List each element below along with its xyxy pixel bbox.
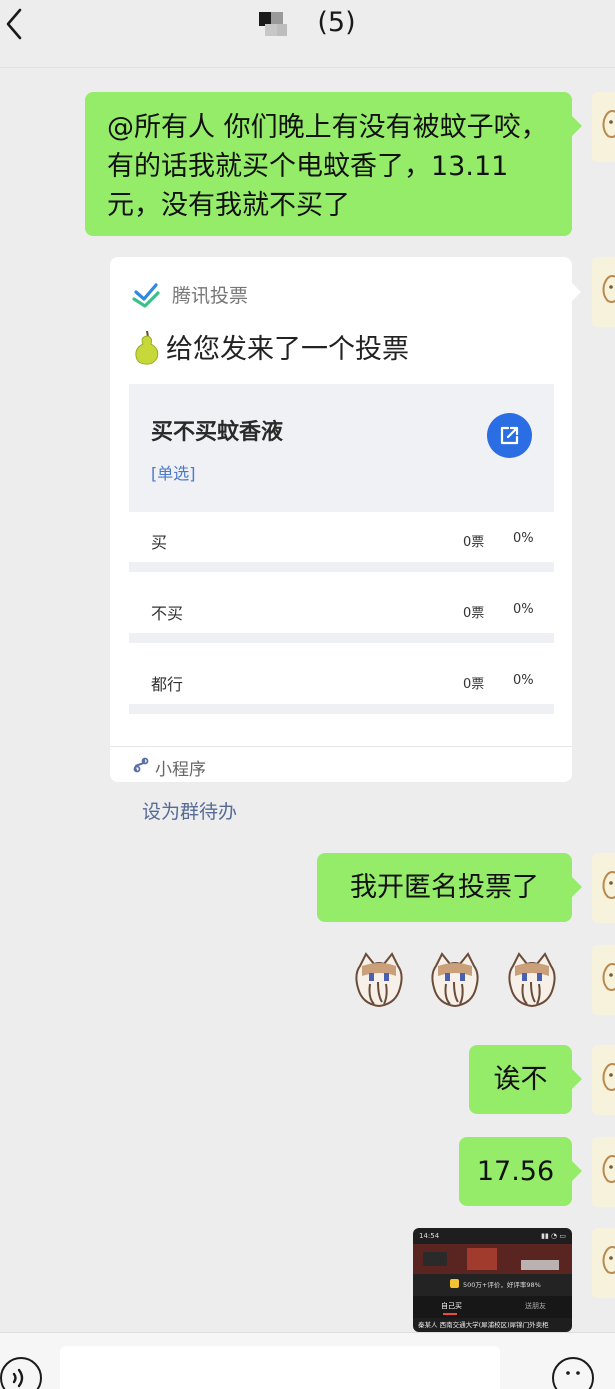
chat-title: (5) xyxy=(0,6,615,38)
option-percent: 0% xyxy=(513,531,534,546)
vote-question-panel: 买不买蚊香液 [单选] xyxy=(129,384,554,512)
mini-program-label: 小程序 xyxy=(155,760,206,780)
thumb-tab-gift: 送朋友 xyxy=(525,1302,546,1310)
thumb-tab-self: 自己买 xyxy=(441,1302,462,1310)
voice-input-icon[interactable] xyxy=(0,1357,42,1389)
option-votes: 0票 xyxy=(463,606,485,621)
message-bubble[interactable]: 17.56 xyxy=(459,1137,582,1206)
crying-cat-sticker-icon[interactable] xyxy=(352,952,406,1010)
image-message-thumbnail[interactable]: 14:54 ▮▮ ◔ ▭ 500万+评价，好评率98% 自己买 送朋友 秦某人 … xyxy=(413,1228,572,1332)
redacted-group-name xyxy=(259,10,288,36)
external-link-icon xyxy=(500,426,519,445)
thumb-tab-underline xyxy=(443,1313,457,1315)
avatar[interactable] xyxy=(592,1228,615,1298)
set-group-todo-link[interactable]: 设为群待办 xyxy=(142,797,237,824)
message-bubble[interactable]: @所有人 你们晚上有没有被蚊子咬，有的话我就买个电蚊香了，13.11元，没有我就… xyxy=(85,92,582,236)
member-count: (5) xyxy=(317,7,356,38)
vote-option[interactable]: 买 0票 0% xyxy=(129,512,554,572)
option-label: 不买 xyxy=(151,604,184,623)
thumb-product-banner xyxy=(413,1244,572,1274)
message-bubble[interactable]: 我开匿名投票了 xyxy=(317,853,582,922)
vote-headline: 给您发来了一个投票 xyxy=(132,327,409,366)
avatar[interactable] xyxy=(592,945,615,1015)
thumb-tabs: 自己买 送朋友 xyxy=(413,1296,572,1318)
message-bubble[interactable]: 诶不 xyxy=(469,1045,582,1114)
vote-option[interactable]: 不买 0票 0% xyxy=(129,583,554,643)
thumb-promo-text: 500万+评价，好评率98% xyxy=(463,1281,541,1289)
input-bar xyxy=(0,1332,615,1389)
thumb-banner-product xyxy=(467,1248,497,1270)
vote-headline-text: 给您发来了一个投票 xyxy=(166,334,409,365)
chat-header: (5) xyxy=(0,0,615,68)
option-label: 买 xyxy=(151,533,168,552)
vote-option[interactable]: 都行 0票 0% xyxy=(129,654,554,714)
mini-program-icon xyxy=(133,757,149,773)
option-percent: 0% xyxy=(513,673,534,688)
crying-cat-sticker-icon[interactable] xyxy=(428,952,482,1010)
emoji-picker-icon[interactable] xyxy=(552,1357,594,1389)
vote-question: 买不买蚊香液 xyxy=(151,420,284,445)
option-percent: 0% xyxy=(513,602,534,617)
tencent-vote-logo-icon xyxy=(132,283,160,308)
vote-brand-name: 腾讯投票 xyxy=(172,284,249,307)
mini-program-footer: 小程序 xyxy=(110,746,572,782)
pear-icon xyxy=(135,330,159,365)
avatar[interactable] xyxy=(592,257,615,327)
vote-mini-program-card[interactable]: 腾讯投票 给您发来了一个投票 买不买蚊香液 [单选] 买 0票 0% 不买 0票… xyxy=(110,257,581,782)
vote-brand: 腾讯投票 xyxy=(132,279,248,309)
avatar[interactable] xyxy=(592,1045,615,1115)
option-votes: 0票 xyxy=(463,677,485,692)
thumb-banner-badge xyxy=(521,1260,559,1270)
thumb-promo-icon xyxy=(450,1279,459,1288)
option-votes: 0票 xyxy=(463,535,485,550)
thumb-status-icons: ▮▮ ◔ ▭ xyxy=(541,1232,566,1240)
option-label: 都行 xyxy=(151,675,184,694)
share-button[interactable] xyxy=(487,413,532,458)
thumb-status-time: 14:54 xyxy=(419,1232,440,1240)
avatar[interactable] xyxy=(592,1137,615,1207)
vote-type: [单选] xyxy=(151,464,196,483)
avatar[interactable] xyxy=(592,853,615,923)
avatar[interactable] xyxy=(592,92,615,162)
thumb-promo-strip: 500万+评价，好评率98% xyxy=(413,1274,572,1296)
thumb-banner-tag xyxy=(423,1252,447,1266)
thumb-address: 秦某人 西南交通大学(犀浦校区)犀锦门外卖柜 xyxy=(418,1321,549,1329)
crying-cat-sticker-icon[interactable] xyxy=(505,952,559,1010)
message-input[interactable] xyxy=(60,1346,500,1389)
